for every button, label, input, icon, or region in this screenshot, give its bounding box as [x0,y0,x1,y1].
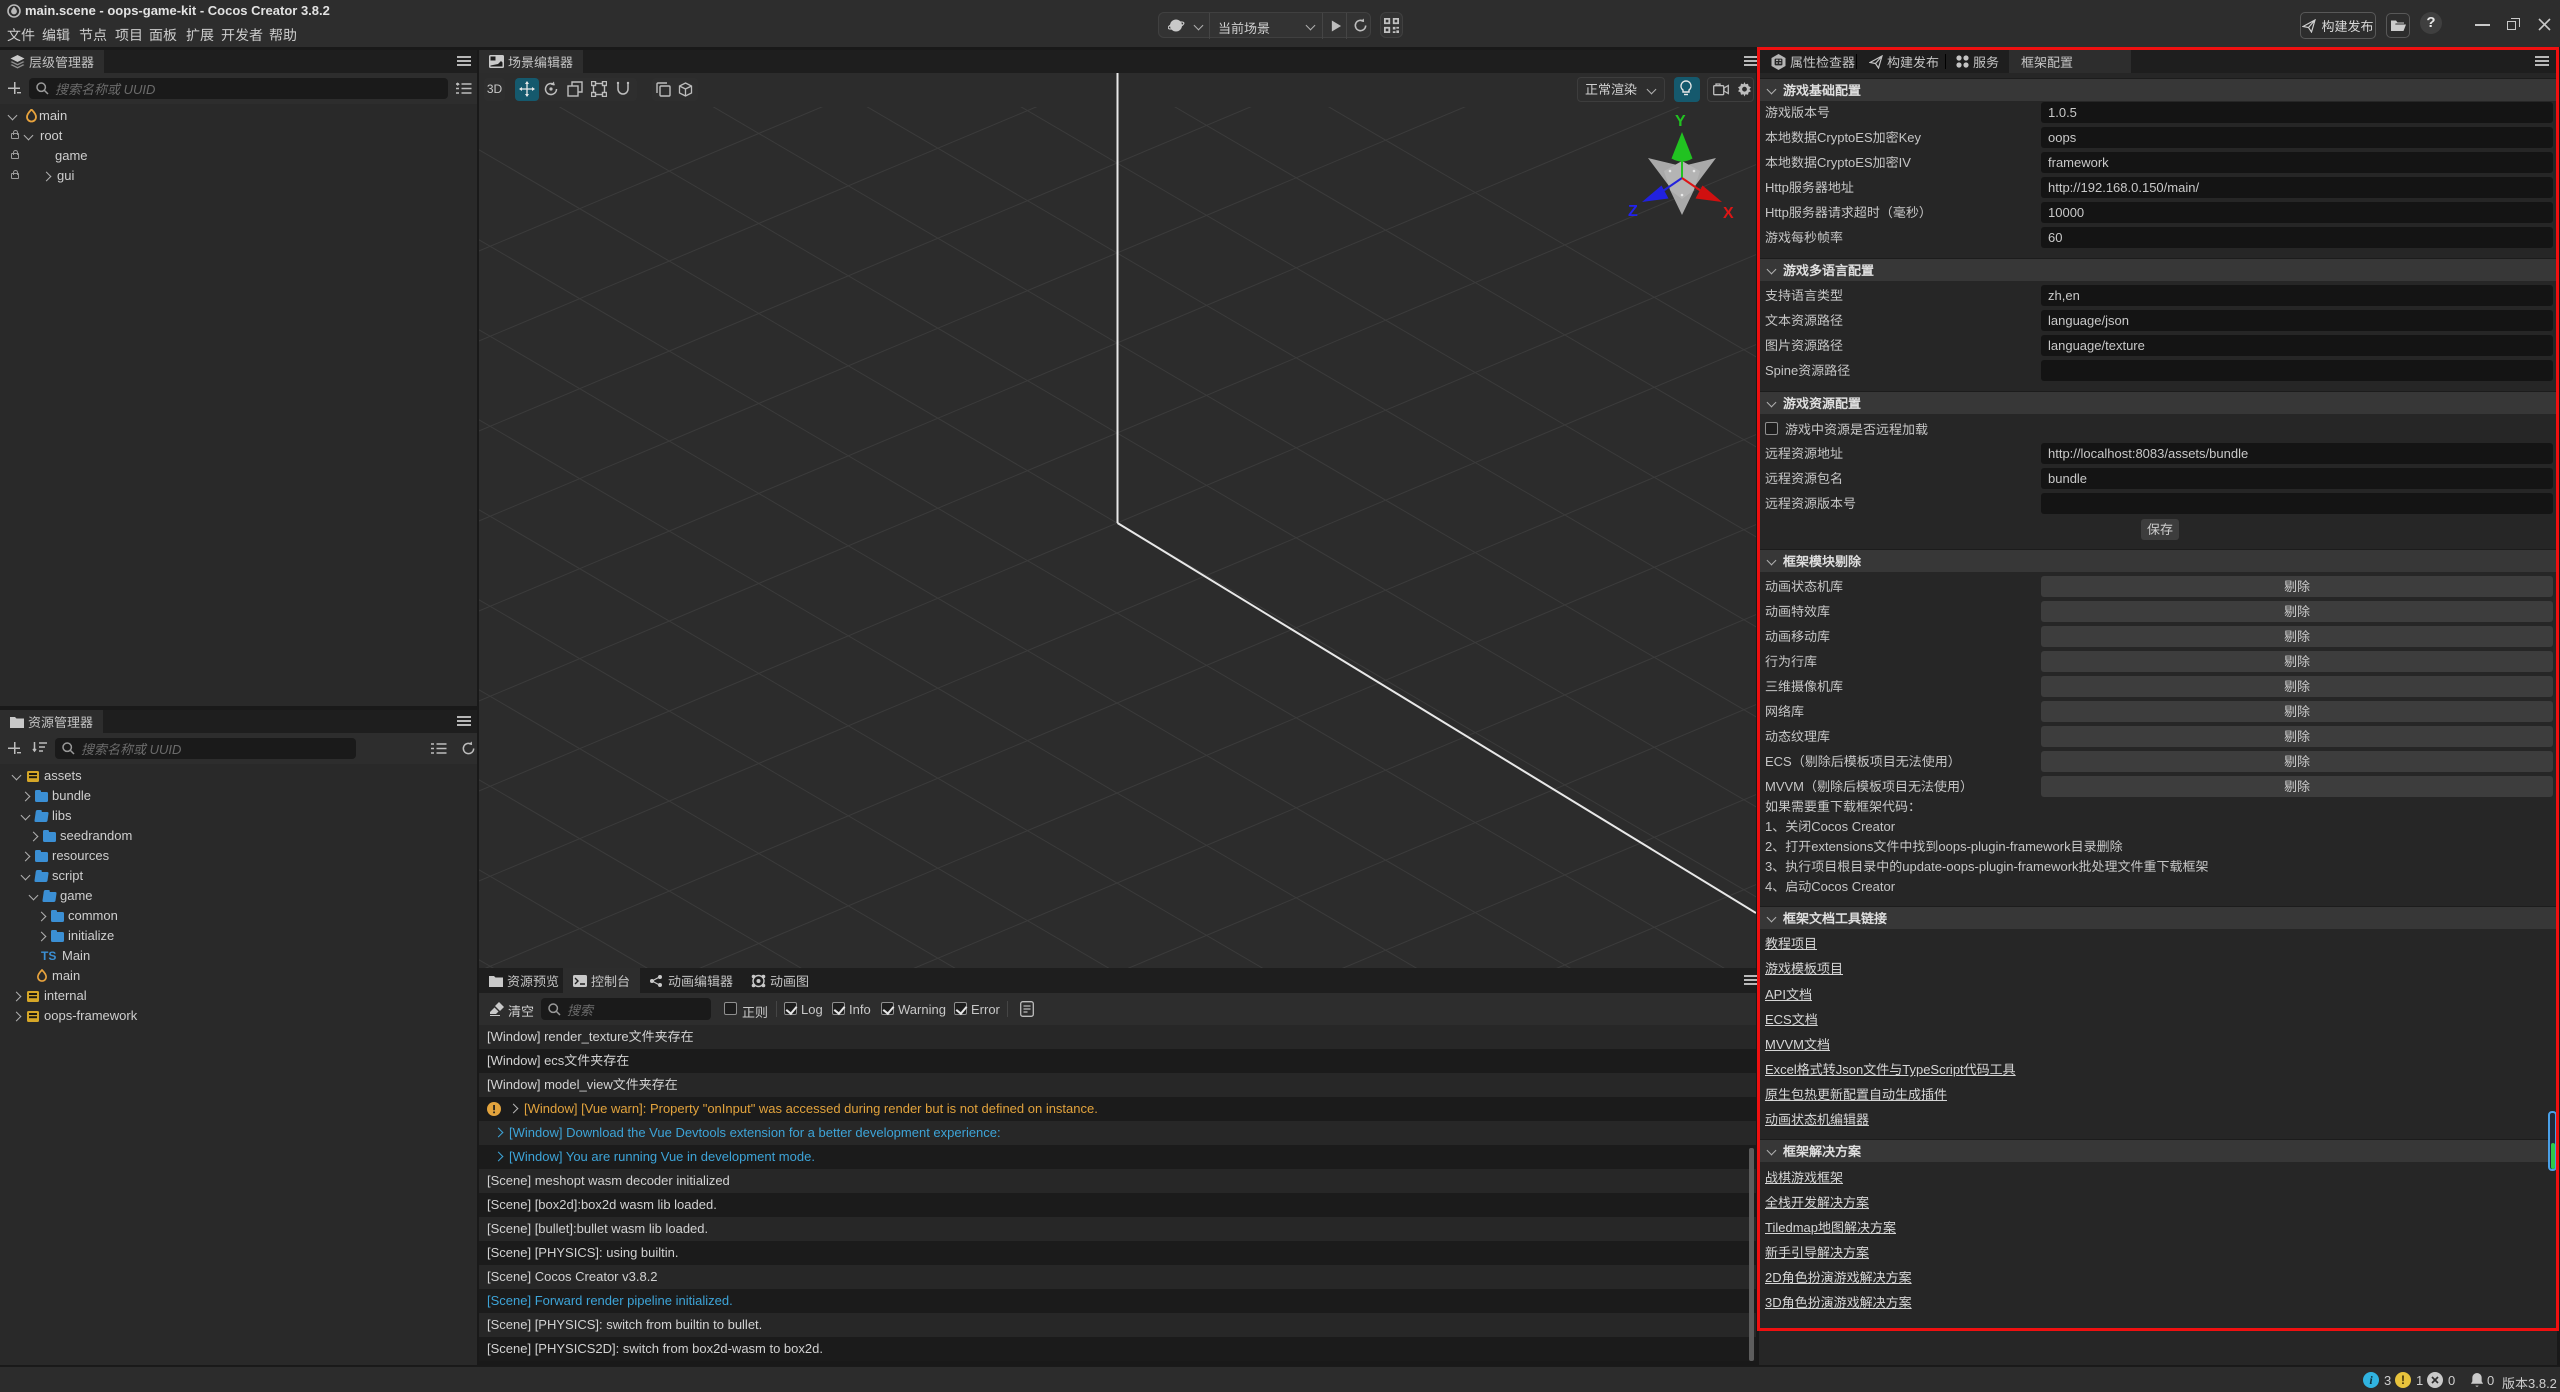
svg-text:Y: Y [1675,113,1686,130]
svg-text:X: X [1723,205,1734,222]
svg-text:Z: Z [1628,203,1638,220]
